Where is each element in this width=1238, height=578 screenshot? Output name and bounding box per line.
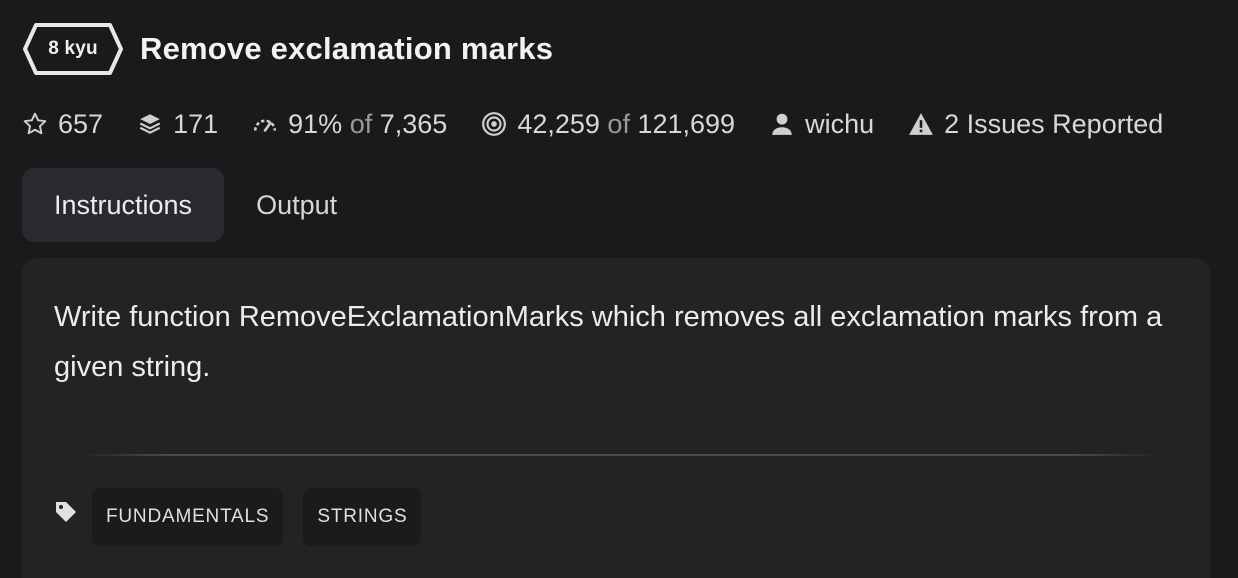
tab-instructions[interactable]: Instructions bbox=[22, 168, 225, 242]
satisfaction-percent: 91% bbox=[288, 108, 343, 139]
completed-count: 42,259 bbox=[517, 108, 600, 139]
issues-label: 2 Issues Reported bbox=[944, 108, 1164, 139]
satisfaction-of-label: of bbox=[349, 108, 373, 139]
kata-header: 8 kyu Remove exclamation marks bbox=[22, 22, 553, 76]
kata-stats: 657 171 91% of 7,365 42,259 of 121,699 w… bbox=[22, 104, 1163, 144]
divider bbox=[80, 454, 1160, 456]
kata-title: Remove exclamation marks bbox=[140, 31, 554, 66]
collections-stat[interactable]: 171 bbox=[137, 109, 218, 140]
layers-icon bbox=[137, 111, 163, 137]
completed-stat[interactable]: 42,259 of 121,699 bbox=[481, 109, 735, 140]
stars-count: 657 bbox=[58, 108, 104, 139]
collections-count: 171 bbox=[173, 108, 219, 139]
kata-tabs: Instructions Output bbox=[22, 168, 369, 242]
tag-icon bbox=[54, 488, 78, 546]
tab-output[interactable]: Output bbox=[224, 168, 369, 242]
kata-description: Write function RemoveExclamationMarks wh… bbox=[54, 301, 1163, 383]
satisfaction-stat[interactable]: 91% of 7,365 bbox=[252, 109, 447, 140]
star-outline-icon bbox=[22, 111, 48, 137]
tag-fundamentals[interactable]: FUNDAMENTALS bbox=[92, 488, 284, 546]
tag-strings[interactable]: STRINGS bbox=[303, 488, 422, 546]
rank-label: 8 kyu bbox=[48, 38, 98, 59]
author-stat[interactable]: wichu bbox=[769, 109, 874, 140]
completed-of-label: of bbox=[607, 108, 630, 139]
satisfaction-votes: 7,365 bbox=[379, 108, 448, 139]
gauge-icon bbox=[252, 111, 278, 137]
target-icon bbox=[481, 111, 507, 137]
tags-row: FUNDAMENTALS STRINGS bbox=[54, 488, 441, 546]
rank-badge[interactable]: 8 kyu bbox=[22, 22, 124, 76]
attempted-count: 121,699 bbox=[637, 108, 736, 139]
user-icon bbox=[769, 111, 795, 137]
warning-icon bbox=[908, 111, 934, 137]
instructions-panel: Write function RemoveExclamationMarks wh… bbox=[22, 258, 1210, 578]
kata-page: 8 kyu Remove exclamation marks 657 171 9… bbox=[0, 0, 1238, 578]
author-name: wichu bbox=[805, 108, 875, 139]
stars-stat[interactable]: 657 bbox=[22, 109, 103, 140]
issues-stat[interactable]: 2 Issues Reported bbox=[908, 109, 1163, 140]
